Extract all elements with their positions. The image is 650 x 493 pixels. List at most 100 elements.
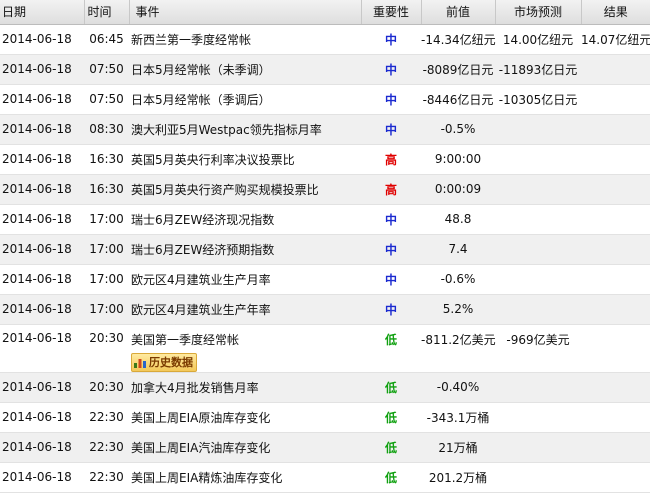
- date-cell: 2014-06-18: [0, 372, 84, 403]
- time-value: 20:30: [89, 380, 124, 394]
- time-value: 07:50: [89, 62, 124, 76]
- date-value: 2014-06-18: [2, 62, 72, 76]
- actual-value: 14.07亿纽元: [581, 32, 650, 47]
- date-cell: 2014-06-18: [0, 324, 84, 373]
- date-cell: 2014-06-18: [0, 264, 84, 295]
- history-data-label: 历史数据: [149, 356, 193, 369]
- economic-calendar-table: 日期 时间 事件 重要性 前值 市场预测 结果 2014-06-18 06:45 新…: [0, 0, 650, 493]
- date-value: 2014-06-18: [2, 330, 72, 345]
- date-cell: 2014-06-18: [0, 144, 84, 175]
- previous-cell: -8089亿日元: [421, 54, 495, 85]
- event-cell: 英国5月英央行资产购买规模投票比: [129, 174, 361, 205]
- table-row: 2014-06-18 17:00 欧元区4月建筑业生产月率 中 -0.6%: [0, 264, 650, 295]
- forecast-cell: [495, 294, 581, 325]
- table-row: 2014-06-18 20:30 加拿大4月批发销售月率 低 -0.40%: [0, 372, 650, 403]
- importance-value: 低: [384, 332, 397, 347]
- actual-cell: [581, 372, 650, 403]
- event-cell: 美国第一季度经常帐历史数据: [129, 324, 361, 373]
- event-value: 欧元区4月建筑业生产月率: [131, 272, 271, 287]
- time-cell: 16:30: [84, 144, 129, 175]
- actual-cell: [581, 294, 650, 325]
- importance-cell: 中: [361, 114, 421, 145]
- forecast-cell: [495, 234, 581, 265]
- time-cell: 17:00: [84, 204, 129, 235]
- actual-cell: [581, 204, 650, 235]
- event-value: 瑞士6月ZEW经济预期指数: [131, 242, 275, 257]
- table-row: 2014-06-18 17:00 瑞士6月ZEW经济现况指数 中 48.8: [0, 204, 650, 235]
- time-cell: 22:30: [84, 462, 129, 493]
- importance-value: 低: [384, 440, 397, 455]
- event-value: 新西兰第一季度经常帐: [131, 32, 252, 47]
- time-value: 20:30: [89, 330, 124, 345]
- event-value: 加拿大4月批发销售月率: [131, 380, 259, 395]
- importance-value: 高: [384, 152, 397, 167]
- time-value: 06:45: [89, 32, 124, 46]
- event-cell: 加拿大4月批发销售月率: [129, 372, 361, 403]
- table-row: 2014-06-18 16:30 英国5月英央行利率决议投票比 高 9:00:00: [0, 144, 650, 175]
- actual-cell: [581, 234, 650, 265]
- previous-value: -0.6%: [440, 272, 476, 286]
- importance-cell: 高: [361, 174, 421, 205]
- table-row: 2014-06-18 06:45 新西兰第一季度经常帐 中 -14.34亿纽元 14.00…: [0, 24, 650, 55]
- date-value: 2014-06-18: [2, 242, 72, 256]
- date-cell: 2014-06-18: [0, 174, 84, 205]
- date-cell: 2014-06-18: [0, 114, 84, 145]
- forecast-cell: -10305亿日元: [495, 84, 581, 115]
- previous-cell: -343.1万桶: [421, 402, 495, 433]
- previous-value: -14.34亿纽元: [421, 32, 496, 47]
- importance-cell: 中: [361, 264, 421, 295]
- forecast-cell: [495, 174, 581, 205]
- event-cell: 欧元区4月建筑业生产年率: [129, 294, 361, 325]
- importance-cell: 低: [361, 372, 421, 403]
- time-value: 08:30: [89, 122, 124, 136]
- event-cell: 日本5月经常帐（未季调）: [129, 54, 361, 85]
- table-row: 2014-06-18 08:30 澳大利亚5月Westpac领先指标月率 中 -0.5%: [0, 114, 650, 145]
- table-row: 2014-06-18 22:30 美国上周EIA原油库存变化 低 -343.1万桶: [0, 402, 650, 433]
- forecast-cell: 14.00亿纽元: [495, 24, 581, 55]
- event-cell: 美国上周EIA汽油库存变化: [129, 432, 361, 463]
- time-cell: 06:45: [84, 24, 129, 55]
- importance-cell: 低: [361, 462, 421, 493]
- event-cell: 澳大利亚5月Westpac领先指标月率: [129, 114, 361, 145]
- time-value: 22:30: [89, 470, 124, 484]
- previous-value: 201.2万桶: [428, 470, 488, 485]
- event-cell: 瑞士6月ZEW经济现况指数: [129, 204, 361, 235]
- date-cell: 2014-06-18: [0, 84, 84, 115]
- forecast-cell: -969亿美元: [495, 324, 581, 373]
- time-cell: 16:30: [84, 174, 129, 205]
- time-value: 17:00: [89, 212, 124, 226]
- importance-value: 中: [384, 212, 397, 227]
- previous-value: -8089亿日元: [422, 62, 494, 77]
- event-cell: 英国5月英央行利率决议投票比: [129, 144, 361, 175]
- previous-cell: 9:00:00: [421, 144, 495, 175]
- time-value: 22:30: [89, 440, 124, 454]
- table-row: 2014-06-18 17:00 欧元区4月建筑业生产年率 中 5.2%: [0, 294, 650, 325]
- history-data-button[interactable]: 历史数据: [131, 352, 197, 372]
- previous-cell: 7.4: [421, 234, 495, 265]
- previous-value: 7.4: [448, 242, 468, 256]
- event-cell: 欧元区4月建筑业生产月率: [129, 264, 361, 295]
- date-cell: 2014-06-18: [0, 402, 84, 433]
- actual-cell: [581, 144, 650, 175]
- actual-cell: [581, 462, 650, 493]
- column-header-importance: 重要性: [361, 0, 422, 25]
- previous-value: -8446亿日元: [422, 92, 494, 107]
- date-value: 2014-06-18: [2, 182, 72, 196]
- importance-cell: 低: [361, 432, 421, 463]
- actual-cell: [581, 54, 650, 85]
- time-value: 17:00: [89, 302, 124, 316]
- previous-cell: 201.2万桶: [421, 462, 495, 493]
- column-header-previous: 前值: [421, 0, 496, 25]
- previous-value: -811.2亿美元: [421, 332, 496, 347]
- time-value: 07:50: [89, 92, 124, 106]
- time-value: 16:30: [89, 152, 124, 166]
- date-value: 2014-06-18: [2, 302, 72, 316]
- event-value: 美国第一季度经常帐: [131, 332, 240, 347]
- event-value: 美国上周EIA汽油库存变化: [131, 440, 271, 455]
- forecast-cell: [495, 264, 581, 295]
- time-cell: 17:00: [84, 294, 129, 325]
- importance-value: 中: [384, 302, 397, 317]
- table-row: 2014-06-18 22:30 美国上周EIA汽油库存变化 低 21万桶: [0, 432, 650, 463]
- importance-cell: 中: [361, 294, 421, 325]
- actual-cell: [581, 174, 650, 205]
